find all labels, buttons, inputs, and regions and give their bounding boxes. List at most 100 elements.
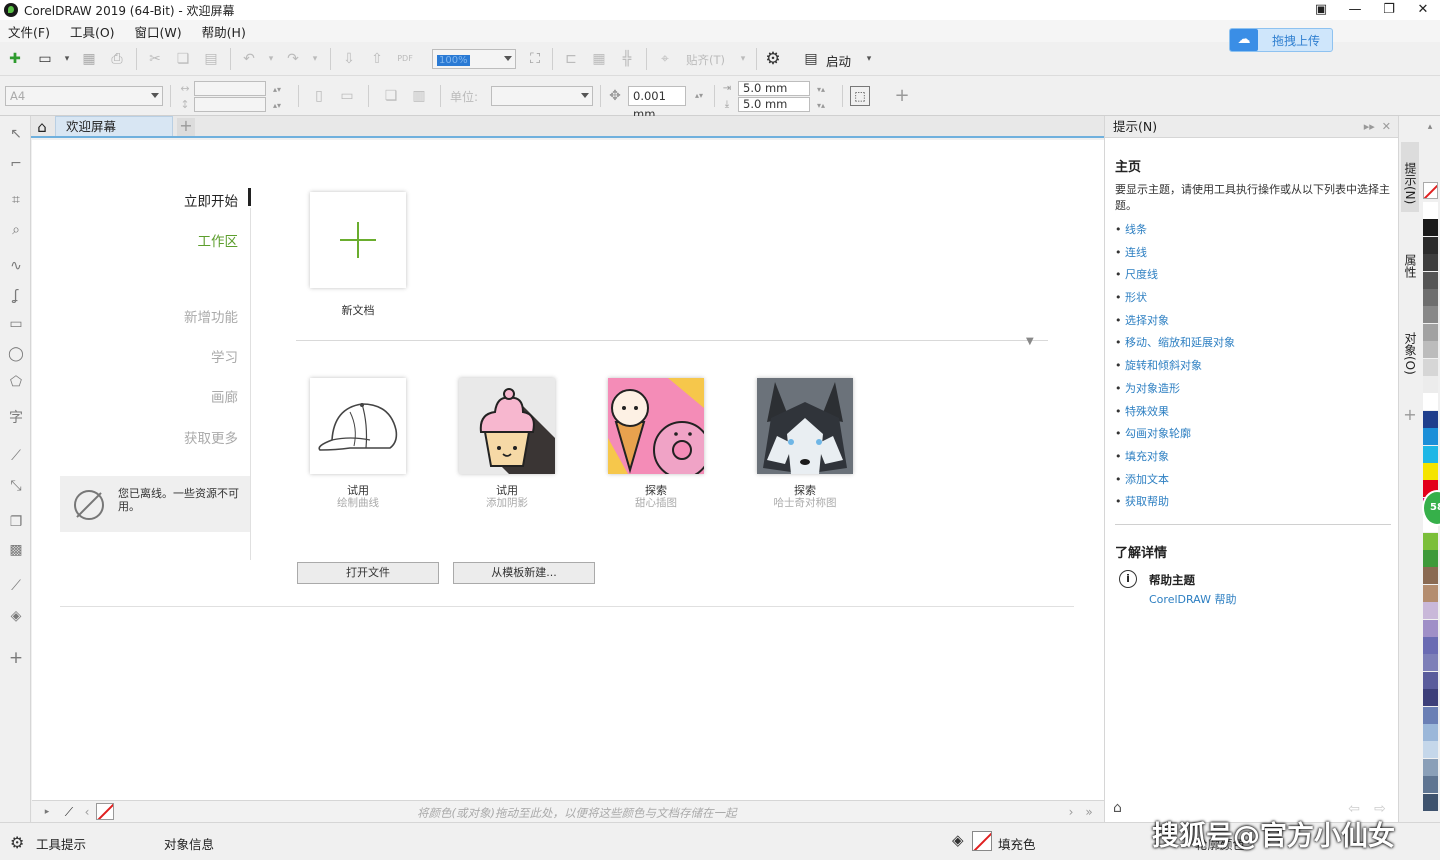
menu-help[interactable]: 帮助(H)	[202, 22, 246, 41]
undo-icon[interactable]: ↶	[240, 50, 258, 68]
hint-topic-link[interactable]: 为对象造形	[1115, 381, 1235, 404]
color-swatch[interactable]	[1423, 776, 1438, 794]
color-swatch[interactable]	[1423, 358, 1438, 376]
pdf-icon[interactable]: PDF	[396, 50, 414, 68]
units-combo[interactable]	[491, 86, 593, 106]
zoom-tool-icon[interactable]: ⌕	[6, 220, 26, 240]
rectangle-tool-icon[interactable]: ▭	[6, 314, 26, 334]
snap-icon[interactable]: ⌖	[656, 50, 674, 68]
pick-tool-icon[interactable]: ↖	[6, 124, 26, 144]
color-swatch[interactable]	[1423, 654, 1438, 672]
palette-menu-icon[interactable]: ▸	[38, 803, 56, 821]
redo-dropdown-icon[interactable]: ▾	[306, 50, 324, 68]
scroll-end-icon[interactable]: »	[1080, 803, 1098, 821]
all-pages-icon[interactable]: ❏	[382, 87, 400, 105]
portrait-icon[interactable]: ▯	[310, 87, 328, 105]
color-swatch[interactable]	[1423, 532, 1438, 550]
minimize-button[interactable]: —	[1338, 0, 1372, 20]
palette-scroll-up-icon[interactable]: ▴	[1421, 118, 1439, 136]
ellipse-tool-icon[interactable]: ◯	[6, 344, 26, 364]
color-swatch[interactable]	[1423, 428, 1438, 446]
color-swatch[interactable]	[1423, 463, 1438, 480]
snap-dropdown-icon[interactable]: ▾	[734, 50, 752, 68]
color-swatch[interactable]	[1423, 202, 1438, 219]
nudge-distance-field[interactable]: 0.001 mm	[628, 86, 686, 121]
color-swatch[interactable]	[1423, 323, 1438, 341]
nav-get-started[interactable]: 立即开始	[88, 190, 238, 210]
add-icon[interactable]: +	[893, 87, 911, 105]
open-file-button[interactable]: 打开文件	[297, 562, 439, 584]
drop-shadow-icon[interactable]: ❐	[6, 512, 26, 532]
no-color-swatch-icon[interactable]	[96, 803, 114, 820]
hint-topic-link[interactable]: 形状	[1115, 290, 1235, 313]
add-docker-icon[interactable]: +	[1401, 406, 1419, 424]
connector-tool-icon[interactable]: ⤡	[6, 476, 26, 496]
page-height-field[interactable]	[194, 97, 266, 112]
color-swatch[interactable]	[1423, 706, 1438, 724]
color-swatch[interactable]	[1423, 671, 1438, 689]
color-swatch[interactable]	[1423, 619, 1438, 637]
status-gear-icon[interactable]: ⚙	[10, 833, 24, 852]
save-icon[interactable]: ▦	[80, 50, 98, 68]
options-gear-icon[interactable]: ⚙	[764, 50, 782, 68]
paste-icon[interactable]: ▤	[202, 50, 220, 68]
transparency-icon[interactable]: ▩	[6, 540, 26, 560]
scroll-left-icon[interactable]: ‹	[78, 803, 96, 821]
shape-tool-icon[interactable]: ⌐	[6, 154, 26, 174]
hint-topic-link[interactable]: 移动、缩放和延展对象	[1115, 335, 1235, 358]
crop-tool-icon[interactable]: ⌗	[6, 190, 26, 210]
launch-icon[interactable]: ▤	[802, 50, 820, 68]
close-button[interactable]: ✕	[1406, 0, 1440, 20]
hint-topic-link[interactable]: 勾画对象轮廓	[1115, 426, 1235, 449]
restore-button[interactable]: ❐	[1372, 0, 1406, 20]
height-spinner-icon[interactable]: ▴▾	[268, 97, 286, 115]
menu-file[interactable]: 文件(F)	[8, 22, 50, 41]
duplicate-x-field[interactable]: 5.0 mm	[738, 81, 810, 96]
tutorial-card-add-shadow[interactable]	[459, 378, 555, 474]
open-dropdown-icon[interactable]: ▾	[58, 50, 76, 68]
new-document-card[interactable]	[310, 192, 406, 288]
open-folder-icon[interactable]: ▭	[36, 50, 54, 68]
cut-icon[interactable]: ✂	[146, 50, 164, 68]
hint-topic-link[interactable]: 选择对象	[1115, 313, 1235, 336]
color-swatch[interactable]	[1423, 289, 1438, 306]
duplicate-y-field[interactable]: 5.0 mm	[738, 97, 810, 112]
hint-topic-link[interactable]: 获取帮助	[1115, 494, 1235, 517]
full-screen-icon[interactable]: ⛶	[526, 50, 544, 68]
no-color-swatch-icon[interactable]	[1423, 182, 1438, 199]
eyedropper-icon[interactable]: ⟋	[6, 576, 26, 596]
nav-workspace[interactable]: 工作区	[88, 230, 239, 250]
color-swatch[interactable]	[1423, 741, 1438, 759]
color-swatch[interactable]	[1423, 637, 1438, 654]
undo-dropdown-icon[interactable]: ▾	[262, 50, 280, 68]
hint-topic-link[interactable]: 填充对象	[1115, 449, 1235, 472]
color-swatch[interactable]	[1423, 393, 1438, 411]
show-rulers-icon[interactable]: ⊏	[562, 50, 580, 68]
explore-card-sweet-illustration[interactable]	[608, 378, 704, 474]
tab-hints[interactable]: 提示(N)	[1401, 142, 1419, 212]
nudge-spinner-icon[interactable]: ▴▾	[690, 87, 708, 105]
drag-upload-button[interactable]: ☁ 拖拽上传	[1229, 28, 1333, 52]
account-icon[interactable]: ▣	[1304, 0, 1338, 20]
tutorial-card-draw-curves[interactable]	[310, 378, 406, 474]
color-swatch[interactable]	[1423, 602, 1438, 620]
redo-icon[interactable]: ↷	[284, 50, 302, 68]
copy-icon[interactable]: ❏	[174, 50, 192, 68]
zoom-level-combo[interactable]: 100%	[432, 49, 516, 69]
fill-color-swatch[interactable]	[972, 831, 992, 851]
tab-objects[interactable]: 对象(O)	[1401, 312, 1419, 382]
explore-card-husky-symmetry[interactable]	[757, 378, 853, 474]
page-border-icon[interactable]: ⬚	[850, 86, 870, 106]
artistic-media-icon[interactable]: ʆ	[6, 286, 26, 306]
nav-learn[interactable]: 学习	[88, 346, 238, 366]
color-swatch[interactable]	[1423, 376, 1438, 393]
launch-dropdown-icon[interactable]: ▾	[860, 50, 878, 68]
color-swatch[interactable]	[1423, 410, 1438, 428]
color-swatch[interactable]	[1423, 724, 1438, 741]
menu-tools[interactable]: 工具(O)	[70, 22, 115, 41]
page-size-combo[interactable]: A4	[5, 86, 163, 106]
current-page-icon[interactable]: ▥	[410, 87, 428, 105]
color-swatch[interactable]	[1423, 219, 1438, 237]
docker-controls[interactable]: ▸▸ ✕	[1364, 116, 1391, 138]
new-tab-icon[interactable]: +	[177, 118, 195, 136]
